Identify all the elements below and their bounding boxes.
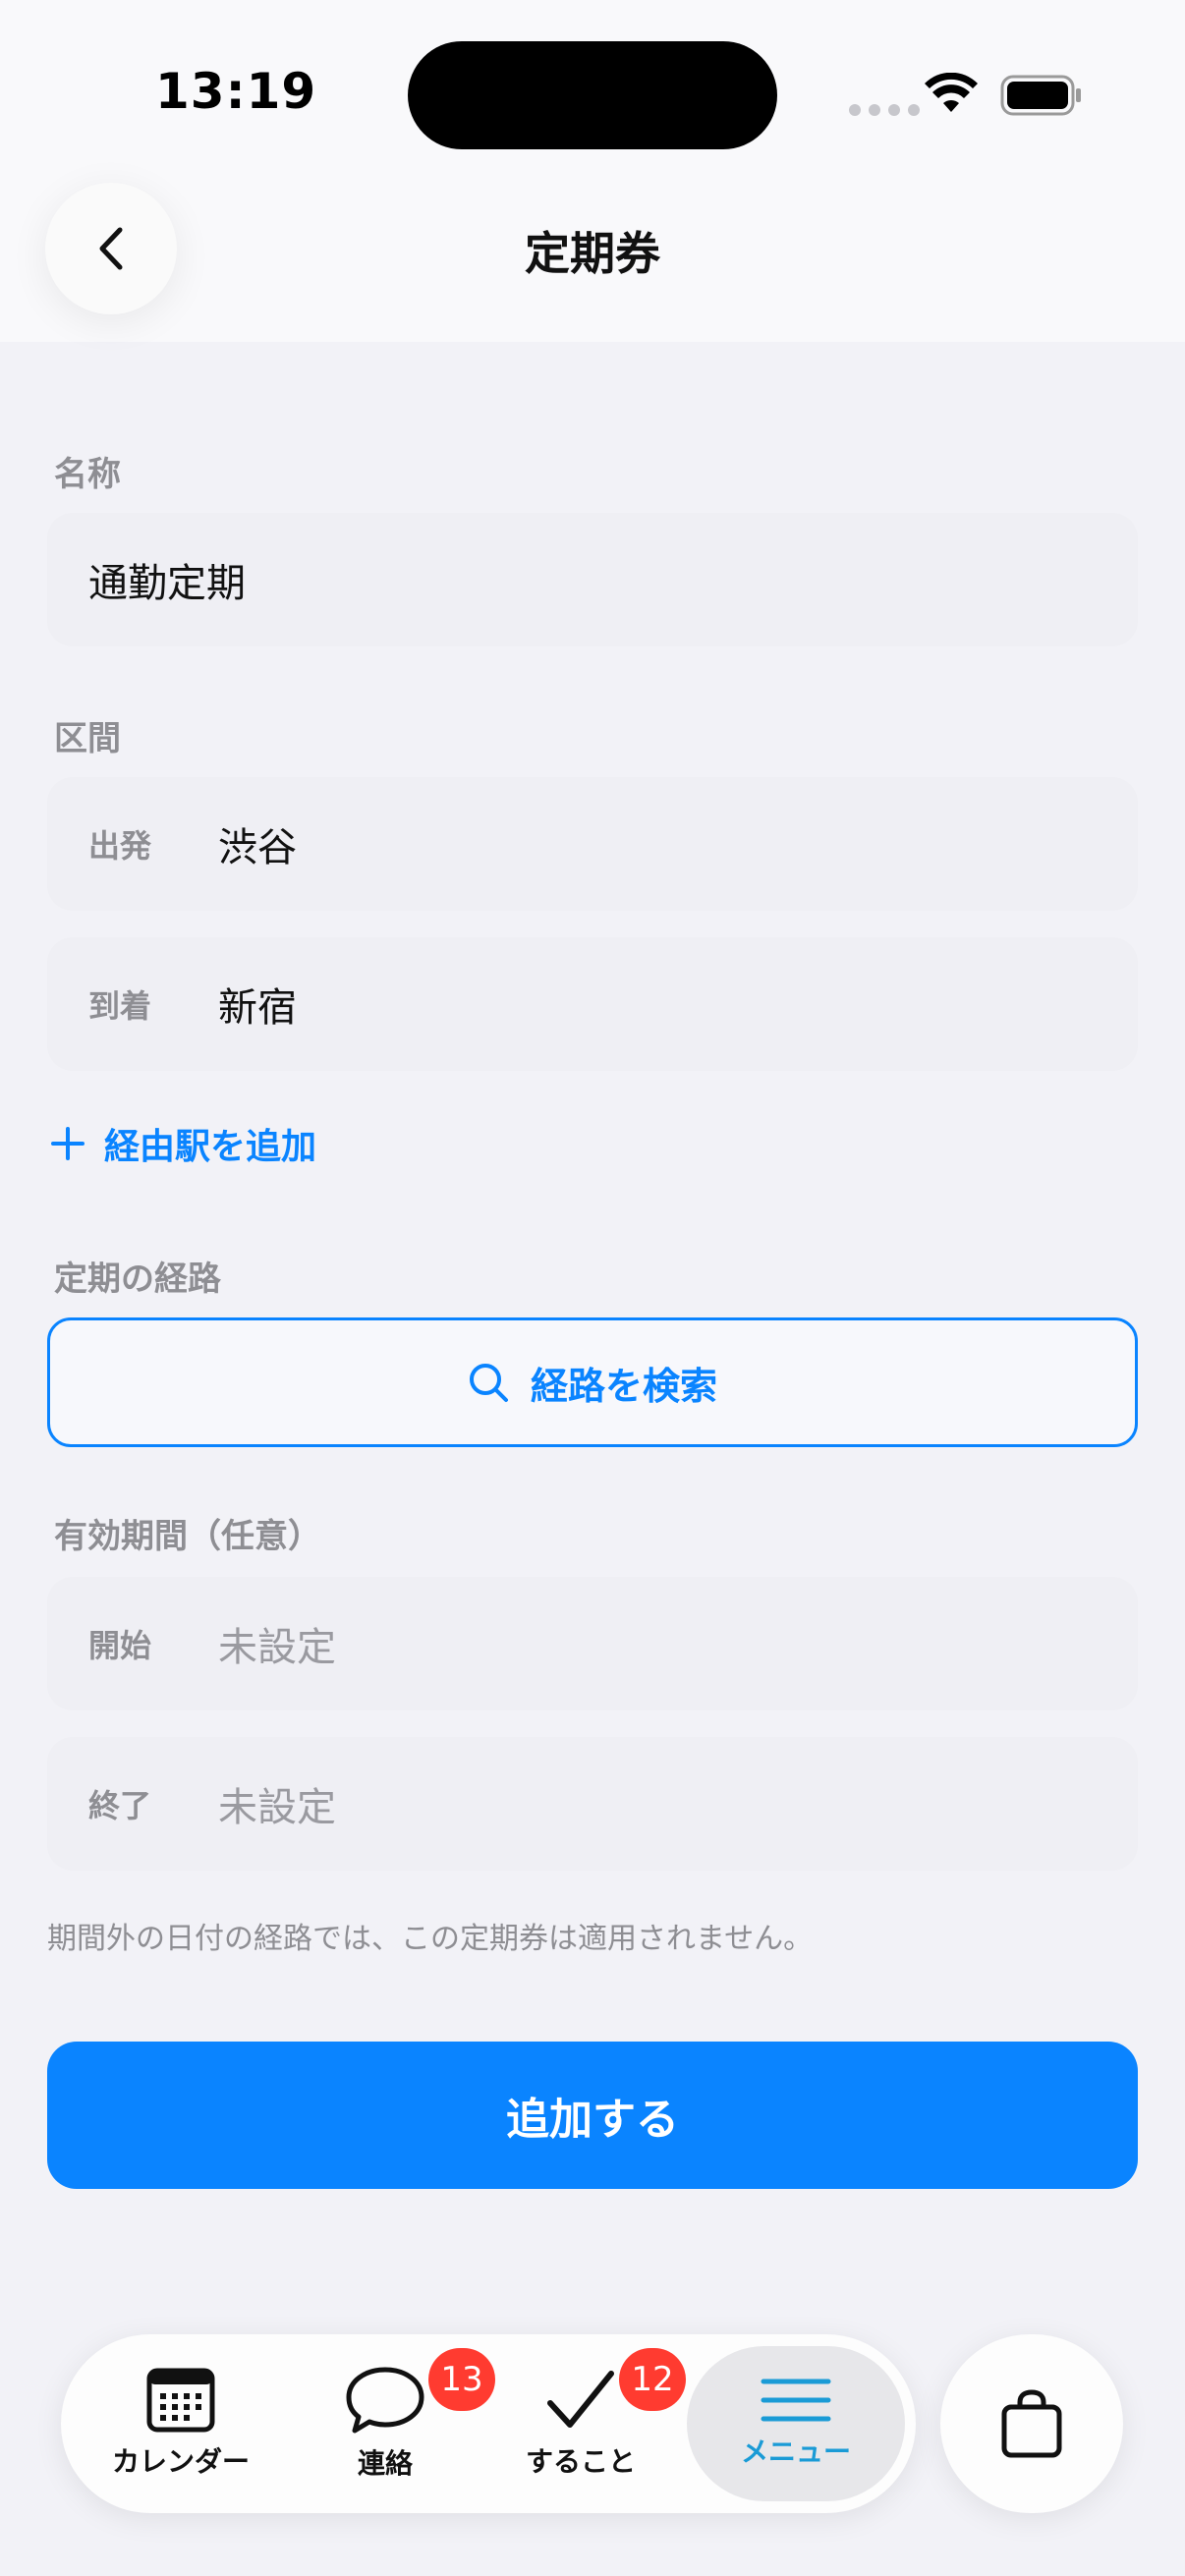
route-section-label: 区間	[54, 719, 121, 758]
add-via-label: 経由駅を追加	[104, 1127, 317, 1167]
status-time: 13:19	[155, 63, 317, 120]
todo-badge: 12	[619, 2348, 686, 2411]
search-icon	[469, 1364, 508, 1402]
departure-field[interactable]: 出発 渋谷	[47, 777, 1138, 911]
page-title: 定期券	[525, 227, 660, 280]
cellular-signal-icon	[849, 104, 920, 116]
tab-todo-label: すること	[525, 2445, 636, 2478]
start-placeholder: 未設定	[218, 1625, 336, 1670]
name-section-label: 名称	[54, 455, 121, 494]
validity-note: 期間外の日付の経路では、この定期券は適用されません。	[47, 1922, 814, 1956]
bag-button[interactable]	[940, 2334, 1123, 2513]
tab-calendar-label: カレンダー	[111, 2445, 250, 2478]
add-button[interactable]: 追加する	[47, 2042, 1138, 2189]
battery-icon	[1000, 75, 1081, 116]
route-search-label: 経路を検索	[530, 1364, 717, 1408]
arrival-field[interactable]: 到着 新宿	[47, 937, 1138, 1071]
status-bar: 13:19	[0, 0, 1185, 196]
end-label: 終了	[88, 1787, 152, 1824]
plus-icon	[51, 1127, 85, 1160]
checkmark-icon	[547, 2371, 614, 2428]
tab-bar: カレンダー 連絡 13 すること 12 メニュー	[61, 2334, 916, 2513]
menu-icon	[761, 2379, 831, 2422]
tab-menu-label: メニュー	[740, 2436, 851, 2468]
arrival-value: 新宿	[218, 985, 297, 1031]
shopping-bag-icon	[1001, 2389, 1062, 2458]
end-date-field[interactable]: 終了 未設定	[47, 1737, 1138, 1871]
calendar-icon	[146, 2368, 215, 2433]
route-search-button[interactable]: 経路を検索	[47, 1317, 1138, 1447]
tab-menu[interactable]: メニュー	[687, 2346, 905, 2501]
name-value: 通勤定期	[88, 561, 246, 606]
tab-messages-label: 連絡	[357, 2447, 413, 2480]
tab-calendar[interactable]: カレンダー	[88, 2334, 273, 2513]
wifi-icon	[925, 73, 978, 112]
arrival-label: 到着	[88, 987, 152, 1025]
chat-bubble-icon	[346, 2367, 424, 2434]
messages-badge: 13	[428, 2348, 495, 2411]
end-placeholder: 未設定	[218, 1785, 336, 1830]
start-label: 開始	[88, 1627, 152, 1664]
validity-section-label: 有効期間（任意）	[54, 1517, 321, 1556]
add-via-station-button[interactable]: 経由駅を追加	[51, 1118, 316, 1169]
departure-value: 渋谷	[218, 825, 297, 870]
departure-label: 出発	[88, 827, 152, 865]
start-date-field[interactable]: 開始 未設定	[47, 1577, 1138, 1710]
dynamic-island	[408, 41, 777, 149]
commute-route-label: 定期の経路	[54, 1260, 221, 1299]
name-field[interactable]: 通勤定期	[47, 513, 1138, 646]
